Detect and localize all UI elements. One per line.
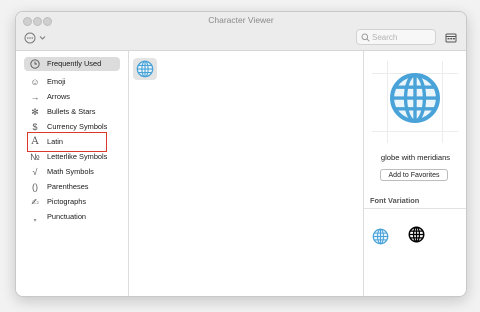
globe-large-icon (390, 73, 440, 123)
globe-icon (136, 60, 154, 78)
sidebar-item-label: Frequently Used (47, 59, 102, 68)
sidebar-item-label: Letterlike Symbols (47, 152, 108, 161)
more-options-button[interactable] (23, 31, 49, 45)
character-viewer-window: Character Viewer Search Frequently Used … (15, 11, 467, 297)
character-cell-globe[interactable] (133, 58, 157, 80)
parentheses-icon: () (32, 182, 38, 192)
sidebar-item-punctuation[interactable]: „ Punctuation (24, 210, 120, 224)
sidebar-item-letterlike-symbols[interactable]: № Letterlike Symbols (24, 150, 120, 164)
sqrt-icon: √ (32, 167, 38, 177)
sidebar-item-math-symbols[interactable]: √ Math Symbols (24, 165, 120, 179)
character-preview (372, 61, 458, 143)
smiley-icon: ☺ (30, 77, 40, 87)
sidebar-item-label: Emoji (47, 77, 66, 86)
window-title: Character Viewer (208, 15, 274, 25)
latin-highlight-box (27, 132, 107, 152)
sidebar-item-parentheses[interactable]: () Parentheses (24, 180, 120, 194)
sidebar-item-label: Parentheses (47, 182, 89, 191)
globe-mono-variant-icon[interactable] (408, 226, 425, 243)
search-icon (361, 33, 370, 42)
punctuation-icon: „ (33, 212, 37, 222)
clock-icon (29, 57, 41, 71)
divider (364, 208, 466, 209)
sidebar-item-label: Bullets & Stars (47, 107, 96, 116)
sidebar-item-pictographs[interactable]: ✍ Pictographs (24, 195, 120, 209)
character-name: globe with meridians (380, 153, 451, 162)
sidebar-item-label: Math Symbols (47, 167, 94, 176)
ellipsis-circle-icon (24, 32, 46, 44)
sidebar-item-label: Arrows (47, 92, 70, 101)
numero-icon: № (30, 152, 40, 162)
search-input[interactable] (372, 31, 432, 43)
character-grid (129, 51, 362, 296)
category-sidebar: Frequently Used ☺ Emoji → Arrows ✻ Bulle… (16, 51, 129, 296)
sidebar-item-label: Pictographs (47, 197, 87, 206)
arrow-icon: → (30, 92, 40, 102)
add-to-favorites-button[interactable]: Add to Favorites (380, 169, 448, 181)
search-field[interactable] (356, 29, 436, 45)
pictograph-icon: ✍ (31, 197, 39, 207)
sidebar-item-label: Punctuation (47, 212, 87, 221)
character-inspector: globe with meridians Add to Favorites Fo… (363, 51, 466, 296)
sidebar-item-arrows[interactable]: → Arrows (24, 90, 120, 104)
title-bar: Character Viewer (16, 12, 466, 51)
window-layout-icon (445, 33, 457, 43)
collapse-view-button[interactable] (445, 31, 457, 43)
sidebar-item-frequently-used[interactable]: Frequently Used (24, 57, 120, 71)
font-variation-title: Font Variation (370, 196, 420, 205)
globe-color-variant-icon[interactable] (372, 228, 389, 245)
sidebar-item-bullets-stars[interactable]: ✻ Bullets & Stars (24, 105, 120, 119)
asterisk-icon: ✻ (31, 107, 39, 117)
sidebar-item-emoji[interactable]: ☺ Emoji (24, 75, 120, 89)
